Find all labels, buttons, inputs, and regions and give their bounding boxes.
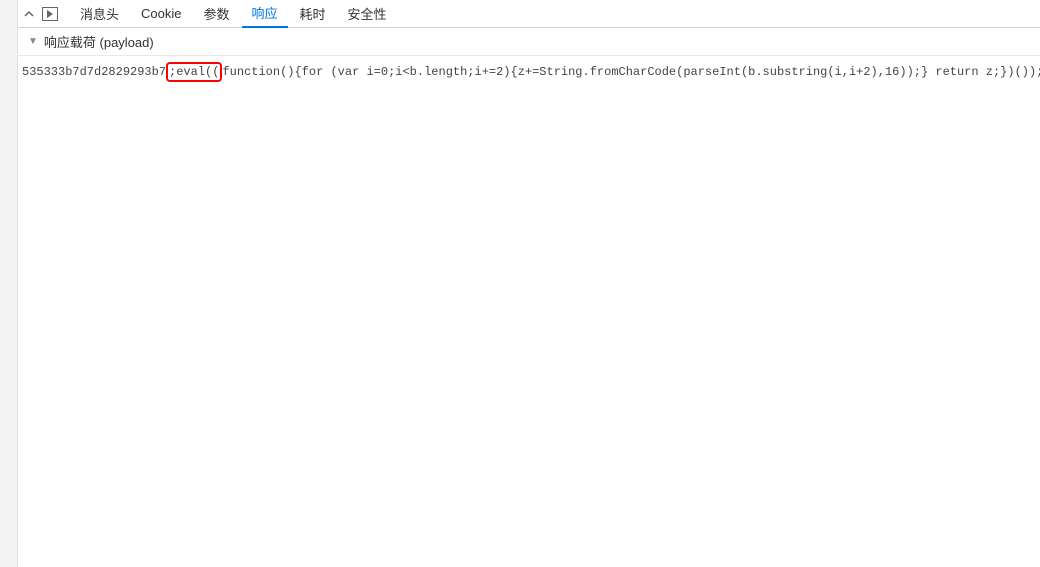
section-title: 响应载荷 (payload) — [44, 32, 154, 51]
section-header-payload[interactable]: ▼ 响应载荷 (payload) — [18, 28, 1040, 56]
disclosure-triangle-icon: ▼ — [28, 36, 38, 47]
payload-pre-text: 535333b7d7d2829293b7 — [22, 65, 166, 79]
payload-area: 535333b7d7d2829293b7;eval((function(){fo… — [18, 56, 1040, 567]
tab-cookie[interactable]: Cookie — [131, 0, 191, 28]
payload-code[interactable]: 535333b7d7d2829293b7;eval((function(){fo… — [22, 62, 1040, 82]
play-icon[interactable] — [40, 5, 60, 23]
collapse-caret-icon[interactable] — [22, 9, 36, 19]
main-panel: 消息头 Cookie 参数 响应 耗时 安全性 ▼ 响应载荷 (payload)… — [18, 0, 1040, 567]
left-gutter — [0, 0, 18, 567]
tab-params[interactable]: 参数 — [193, 0, 239, 28]
highlight-annotation: ;eval(( — [166, 62, 222, 82]
tab-security[interactable]: 安全性 — [338, 0, 397, 28]
tab-timing[interactable]: 耗时 — [290, 0, 336, 28]
tab-bar: 消息头 Cookie 参数 响应 耗时 安全性 — [18, 0, 1040, 28]
payload-post-text: function(){for (var i=0;i<b.length;i+=2)… — [222, 65, 1040, 79]
tab-headers[interactable]: 消息头 — [70, 0, 129, 28]
tab-response[interactable]: 响应 — [242, 0, 288, 28]
